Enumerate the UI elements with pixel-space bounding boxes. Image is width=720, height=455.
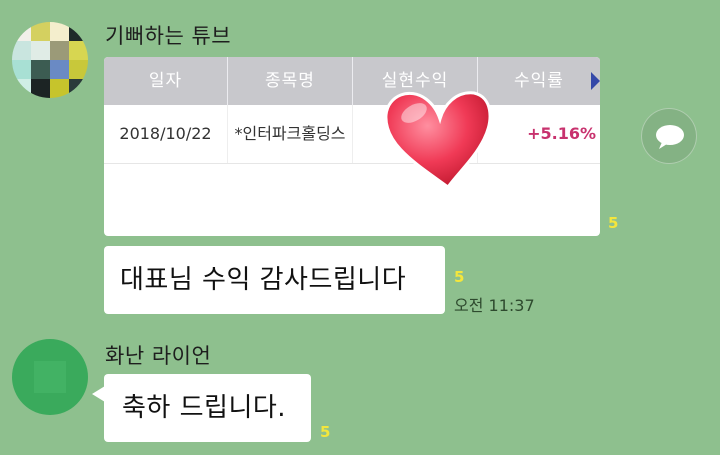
- sender-avatar[interactable]: [12, 22, 88, 98]
- heart-sticker-icon: [384, 91, 492, 190]
- column-header: 일자: [104, 57, 228, 105]
- unread-count: 5: [454, 268, 465, 286]
- unread-count: 5: [608, 214, 619, 232]
- sender-name: 기뻐하는 튜브: [105, 24, 232, 48]
- trade-date: 2018/10/22: [104, 105, 228, 163]
- message-time: 오전 11:37: [454, 296, 535, 315]
- table-row: 2018/10/22 *인터파크홀딩스 +5.16%: [104, 105, 600, 164]
- trade-result-card[interactable]: 일자 종목명 실현수익 수익률 2018/10/22 *인터파크홀딩스 +5.1…: [104, 57, 600, 236]
- column-header: 종목명: [228, 57, 353, 105]
- message-bubble[interactable]: 대표님 수익 감사드립니다: [104, 246, 445, 314]
- column-header: 수익률: [514, 71, 564, 91]
- stock-name: *인터파크홀딩스: [228, 105, 353, 163]
- speech-bubble-icon: [656, 125, 684, 149]
- card-table-header: 일자 종목명 실현수익 수익률: [104, 57, 600, 105]
- arrow-right-icon: [591, 72, 600, 90]
- share-button[interactable]: [641, 108, 697, 164]
- sender-avatar[interactable]: [12, 339, 88, 415]
- unread-count: 5: [320, 423, 331, 441]
- message-bubble[interactable]: 축하 드립니다.: [92, 374, 311, 442]
- sender-name: 화난 라이언: [105, 344, 212, 368]
- return-rate: +5.16%: [527, 124, 596, 143]
